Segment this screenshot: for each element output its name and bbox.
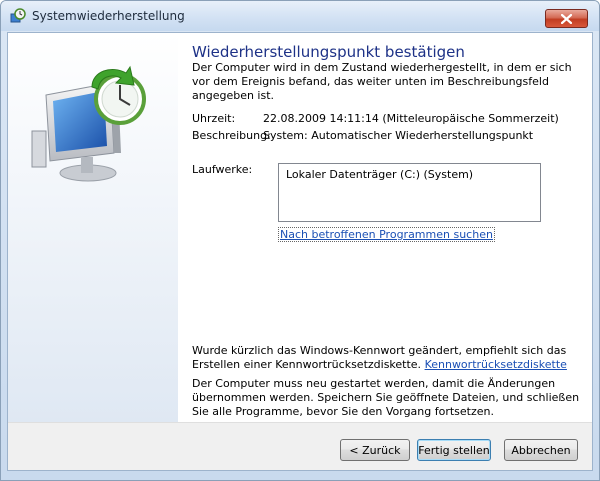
wizard-sidebar xyxy=(8,33,178,422)
list-item: Lokaler Datenträger (C:) (System) xyxy=(286,168,474,181)
drives-list[interactable]: Lokaler Datenträger (C:) (System) xyxy=(278,163,541,222)
description-value: System: Automatischer Wiederherstellungs… xyxy=(263,129,534,142)
system-restore-icon xyxy=(9,8,26,25)
restart-notice: Der Computer muss neu gestartet werden, … xyxy=(192,377,580,418)
intro-text: Der Computer wird in dem Zustand wiederh… xyxy=(192,61,572,102)
restore-computer-icon xyxy=(31,65,146,182)
time-label: Uhrzeit: xyxy=(192,112,236,125)
finish-button[interactable]: Fertig stellen xyxy=(417,439,491,461)
affected-programs-link[interactable]: Nach betroffenen Programmen suchen xyxy=(280,228,493,241)
close-icon xyxy=(561,13,572,24)
cancel-button[interactable]: Abbrechen xyxy=(504,439,578,461)
back-button[interactable]: < Zurück xyxy=(340,439,410,461)
password-reset-link[interactable]: Kennwortrücksetzdiskette xyxy=(425,358,567,371)
affected-programs-link-focus[interactable]: Nach betroffenen Programmen suchen xyxy=(278,227,495,242)
button-bar: < Zurück Fertig stellen Abbrechen xyxy=(8,422,592,470)
system-restore-window: Systemwiederherstellung Wiederherstellun… xyxy=(0,0,600,481)
wizard-client-area: Wiederherstellungspunkt bestätigen Der C… xyxy=(7,32,593,471)
close-button[interactable] xyxy=(545,9,588,28)
title-bar[interactable]: Systemwiederherstellung xyxy=(1,1,599,31)
drives-label: Laufwerke: xyxy=(192,163,253,176)
window-title: Systemwiederherstellung xyxy=(32,9,185,23)
password-notice: Wurde kürzlich das Windows-Kennwort geän… xyxy=(192,344,582,372)
description-label: Beschreibung: xyxy=(192,129,271,142)
page-title: Wiederherstellungspunkt bestätigen xyxy=(192,43,465,61)
time-value: 22.08.2009 14:11:14 (Mitteleuropäische S… xyxy=(263,112,559,125)
